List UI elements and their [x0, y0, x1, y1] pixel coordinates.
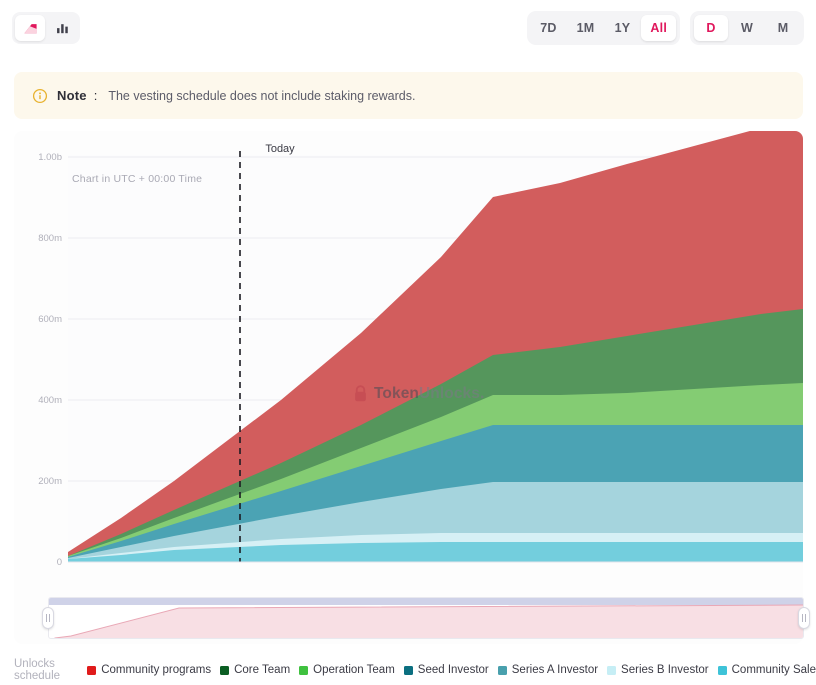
- legend-label-series-a-investor: Series A Investor: [512, 664, 598, 676]
- range-slider-preview: [49, 598, 804, 639]
- legend-item-core-team[interactable]: Core Team: [220, 664, 290, 676]
- legend-label-series-b-investor: Series B Investor: [621, 664, 709, 676]
- note-banner: Note : The vesting schedule does not inc…: [14, 72, 803, 119]
- legend-label-operation-team: Operation Team: [313, 664, 395, 676]
- note-label: Note: [57, 88, 87, 103]
- legend-label-seed-investor: Seed Investor: [418, 664, 489, 676]
- legend-item-community-programs[interactable]: Community programs: [87, 664, 211, 676]
- legend-item-series-a-investor[interactable]: Series A Investor: [498, 664, 598, 676]
- bar-chart-type-button[interactable]: [47, 15, 77, 41]
- y-axis-labels: 1.00b 800m 600m 400m 200m 0: [38, 152, 62, 568]
- granularity-option-w[interactable]: W: [730, 15, 764, 41]
- legend-swatch-series-a-investor: [498, 666, 507, 675]
- chart-toolbar: 7D 1M 1Y All D W M: [0, 0, 816, 56]
- range-option-1y[interactable]: 1Y: [605, 15, 639, 41]
- svg-text:0: 0: [57, 557, 62, 568]
- range-option-1m[interactable]: 1M: [568, 15, 604, 41]
- legend-label-community-sale: Community Sale: [732, 664, 816, 676]
- legend-swatch-operation-team: [299, 666, 308, 675]
- chart-card: 1.00b 800m 600m 400m 200m 0: [14, 131, 803, 644]
- token-unlocks-chart-page: 7D 1M 1Y All D W M Note : The vesting sc…: [0, 0, 816, 685]
- range-option-7d[interactable]: 7D: [531, 15, 565, 41]
- chart-legend: Unlocks schedule Community programs Core…: [14, 661, 816, 679]
- chart-plot-area[interactable]: 1.00b 800m 600m 400m 200m 0: [14, 131, 803, 576]
- info-circle-icon: [32, 88, 48, 104]
- svg-text:600m: 600m: [38, 314, 62, 325]
- time-range-group: 7D 1M 1Y All: [527, 11, 680, 45]
- range-slider-handle-left[interactable]: [42, 607, 54, 629]
- legend-item-community-sale[interactable]: Community Sale: [718, 664, 816, 676]
- svg-text:200m: 200m: [38, 476, 62, 487]
- legend-swatch-series-b-investor: [607, 666, 616, 675]
- chart-range-slider[interactable]: [48, 597, 804, 639]
- area-chart-icon: [23, 21, 38, 36]
- legend-swatch-seed-investor: [404, 666, 413, 675]
- legend-swatch-community-programs: [87, 666, 96, 675]
- svg-text:800m: 800m: [38, 233, 62, 244]
- granularity-option-m[interactable]: M: [766, 15, 800, 41]
- legend-item-series-b-investor[interactable]: Series B Investor: [607, 664, 709, 676]
- legend-swatch-core-team: [220, 666, 229, 675]
- range-slider-track[interactable]: [48, 597, 804, 639]
- area-chart-type-button[interactable]: [15, 15, 45, 41]
- legend-title: Unlocks schedule: [14, 658, 77, 682]
- stacked-area-chart[interactable]: 1.00b 800m 600m 400m 200m 0: [14, 131, 803, 576]
- range-option-all[interactable]: All: [641, 15, 676, 41]
- legend-swatch-community-sale: [718, 666, 727, 675]
- granularity-group: D W M: [690, 11, 804, 45]
- legend-label-community-programs: Community programs: [101, 664, 211, 676]
- granularity-option-d[interactable]: D: [694, 15, 728, 41]
- legend-label-core-team: Core Team: [234, 664, 290, 676]
- chart-type-toggle-group: [12, 12, 80, 44]
- legend-item-seed-investor[interactable]: Seed Investor: [404, 664, 489, 676]
- range-slider-handle-right[interactable]: [798, 607, 810, 629]
- svg-text:400m: 400m: [38, 395, 62, 406]
- svg-text:1.00b: 1.00b: [38, 152, 62, 163]
- bar-chart-icon: [55, 21, 70, 36]
- note-text: The vesting schedule does not include st…: [108, 89, 415, 103]
- legend-item-operation-team[interactable]: Operation Team: [299, 664, 395, 676]
- note-separator: :: [94, 88, 98, 103]
